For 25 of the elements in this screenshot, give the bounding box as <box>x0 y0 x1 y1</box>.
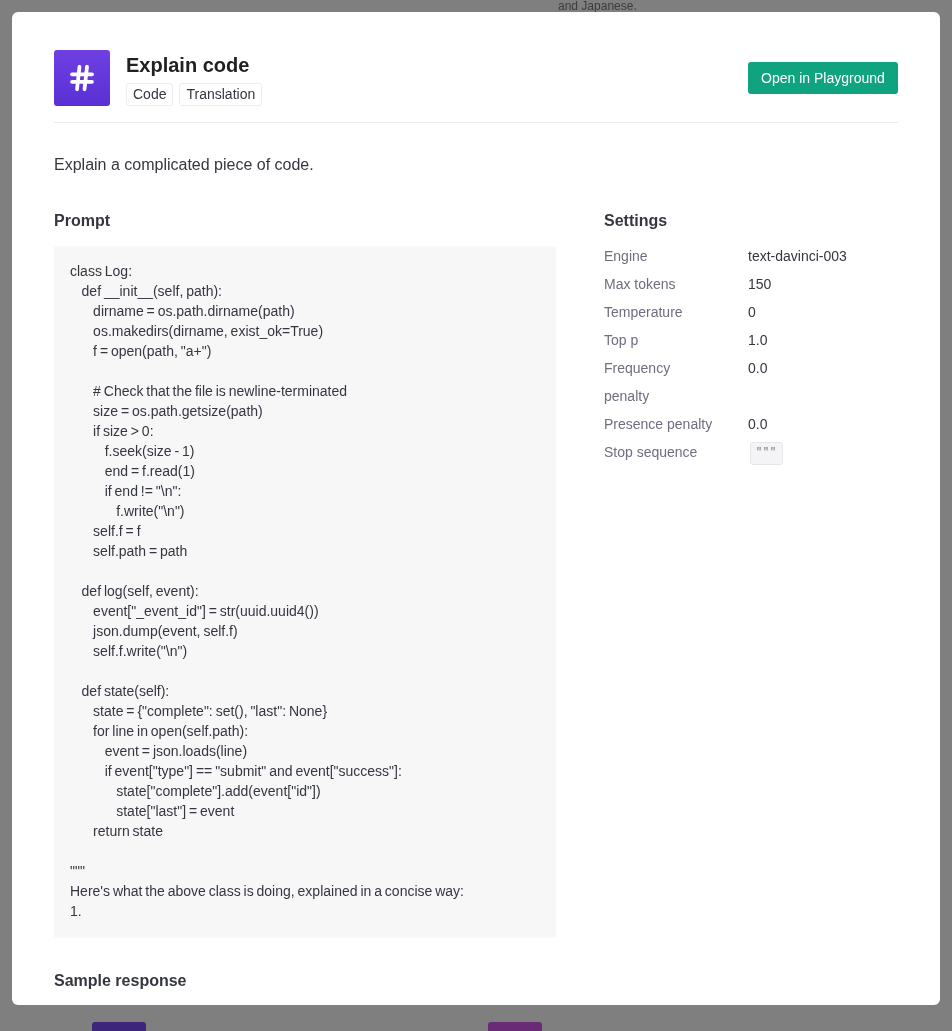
open-playground-button[interactable]: Open in Playground <box>748 62 898 94</box>
setting-label: Max tokens <box>604 275 677 294</box>
stop-sequence-chip: """ <box>750 441 783 465</box>
section-heading: Settings <box>604 211 669 231</box>
tag: Translation <box>179 82 263 106</box>
description-text: Explain a complicated piece of code. <box>54 155 315 175</box>
tag: Code <box>126 82 174 106</box>
page-title: Explain code <box>126 52 251 78</box>
setting-label: Presence penalty <box>604 415 714 434</box>
setting-label: Frequency penalty <box>604 359 672 406</box>
prompt-code-text: class Log: def __init__(self, path): dirname = os.path.dirname(path) os.makedirs(dirname, exist_ok=True) f = open(path, "a+") # Check that the file is newline-terminated size = os.path.getsize(path) if size > 0: f.seek(size - 1) end = f.read(1) if end != "\n": f.write("\n") self.f = f self.path = path def log(self, event): event["_event_id"] = str(uuid.uuid4()) json.dump(event, self.f) self.f.write("\n") def state(self): state = {"complete": set(), "last": None} for line in open(self.path): event = json.loads(line) if event["type"] == "submit" and event["success"]: state["complete"].add(event["id"]) state["last"] = event return state """ Here's what the above class is doing, explained in a concise way: 1. <box>70 262 465 921</box>
setting-label: Temperature <box>604 303 684 322</box>
setting-value: text-davinci-003 <box>748 247 848 266</box>
section-heading: Sample response <box>54 971 188 991</box>
hash-icon <box>54 50 110 106</box>
background-text: and Japanese. <box>558 0 638 12</box>
setting-label: Top p <box>604 331 640 350</box>
setting-value: 0.0 <box>748 359 769 378</box>
setting-value: 1.0 <box>748 331 769 350</box>
setting-value: 150 <box>748 275 773 294</box>
setting-label: Stop sequence <box>604 443 699 462</box>
setting-value: 0.0 <box>748 415 769 434</box>
section-heading: Prompt <box>54 211 111 231</box>
setting-value: 0 <box>748 303 757 322</box>
setting-label: Engine <box>604 247 649 266</box>
